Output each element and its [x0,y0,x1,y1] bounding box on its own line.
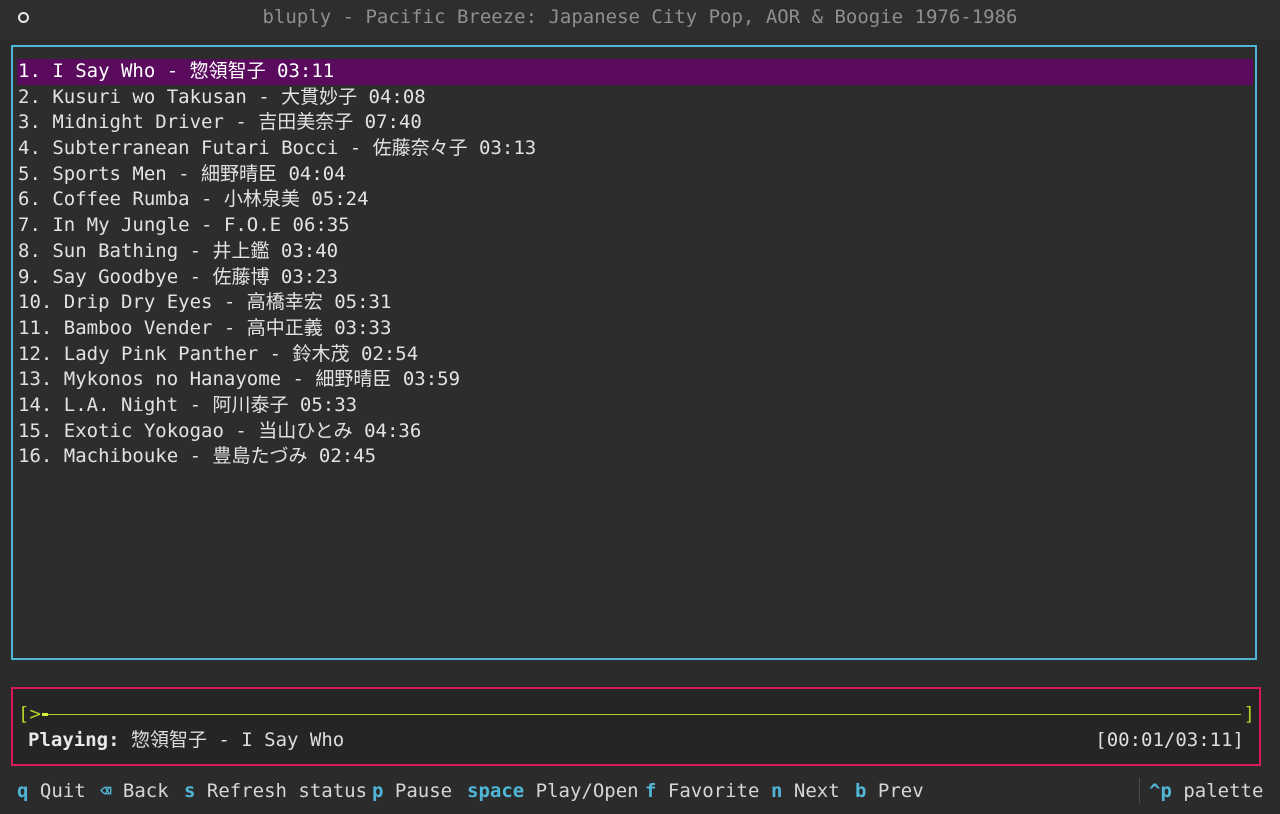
playing-label: Playing: [28,729,120,751]
track-item[interactable]: 10. Drip Dry Eyes - 高橋幸宏 05:31 [17,290,1253,316]
shortcut-key: b [855,780,867,802]
window-title: bluply - Pacific Breeze: Japanese City P… [262,6,1018,28]
shortcut-key: p [372,780,384,802]
shortcut-key: f [645,780,657,802]
shortcut-key: n [771,780,783,802]
now-playing-panel: [> ] Playing: 惣領智子 - I Say Who [00:01/03… [11,687,1261,766]
shortcut-label: Pause [394,780,453,802]
shortcut-next[interactable]: n Next [771,776,840,806]
shortcut-label: Play/Open [535,780,639,802]
shortcut-label: Next [793,780,840,802]
progress-bar[interactable]: [> ] [18,703,1255,725]
shortcut-palette[interactable]: ^p palette [1149,776,1263,806]
shortcut-prev[interactable]: b Prev [855,776,924,806]
track-item[interactable]: 15. Exotic Yokogao - 当山ひとみ 04:36 [17,419,1253,445]
shortcut-label: Refresh status [206,780,368,802]
track-item[interactable]: 11. Bamboo Vender - 高中正義 03:33 [17,316,1253,342]
track-list-panel: 1. I Say Who - 惣領智子 03:11 2. Kusuri wo T… [11,45,1257,660]
shortcut-label: Back [122,780,169,802]
track-item[interactable]: 6. Coffee Rumba - 小林泉美 05:24 [17,187,1253,213]
track-list: 1. I Say Who - 惣領智子 03:11 2. Kusuri wo T… [17,59,1253,470]
shortcut-favorite[interactable]: f Favorite [645,776,759,806]
shortcut-refresh-status[interactable]: s Refresh status [184,776,367,806]
title-bar: bluply - Pacific Breeze: Japanese City P… [0,0,1280,40]
backspace-icon: ⌫ [100,780,112,802]
playing-track: 惣領智子 - I Say Who [130,729,345,751]
track-item[interactable]: 16. Machibouke - 豊島たづみ 02:45 [17,444,1253,470]
shortcut-key: space [467,780,525,802]
progress-track [42,714,1241,715]
shortcut-label: Favorite [667,780,760,802]
track-item[interactable]: 9. Say Goodbye - 佐藤博 03:23 [17,265,1253,291]
track-item[interactable]: 13. Mykonos no Hanayome - 細野晴臣 03:59 [17,367,1253,393]
progress-close-bracket: ] [1243,703,1255,725]
shortcut-label: palette [1183,780,1264,802]
footer-divider [1139,778,1140,804]
track-item[interactable]: 7. In My Jungle - F.O.E 06:35 [17,213,1253,239]
shortcut-play-open[interactable]: space Play/Open [467,776,639,806]
track-item[interactable]: 8. Sun Bathing - 井上鑑 03:40 [17,239,1253,265]
shortcut-bar: q Quit ⌫ Back s Refresh status p Pause s… [0,776,1280,806]
track-item[interactable]: 14. L.A. Night - 阿川泰子 05:33 [17,393,1253,419]
progress-open-bracket: [> [18,703,41,725]
shortcut-quit[interactable]: q Quit [17,776,86,806]
shortcut-key: s [184,780,196,802]
track-item[interactable]: 3. Midnight Driver - 吉田美奈子 07:40 [17,110,1253,136]
track-item[interactable]: 5. Sports Men - 細野晴臣 04:04 [17,162,1253,188]
track-item[interactable]: 2. Kusuri wo Takusan - 大貫妙子 04:08 [17,85,1253,111]
shortcut-key: ^p [1149,780,1172,802]
track-item[interactable]: 12. Lady Pink Panther - 鈴木茂 02:54 [17,342,1253,368]
now-playing-status: Playing: 惣領智子 - I Say Who [00:01/03:11] [28,727,1244,753]
shortcut-pause[interactable]: p Pause [372,776,452,806]
shortcut-label: Quit [39,780,86,802]
track-item[interactable]: 4. Subterranean Futari Bocci - 佐藤奈々子 03:… [17,136,1253,162]
track-item[interactable]: 1. I Say Who - 惣領智子 03:11 [17,59,1253,85]
shortcut-key: q [17,780,29,802]
progress-fill [42,713,48,716]
playback-time: [00:01/03:11] [1095,729,1244,751]
shortcut-back[interactable]: ⌫ Back [100,776,169,806]
shortcut-label: Prev [877,780,924,802]
